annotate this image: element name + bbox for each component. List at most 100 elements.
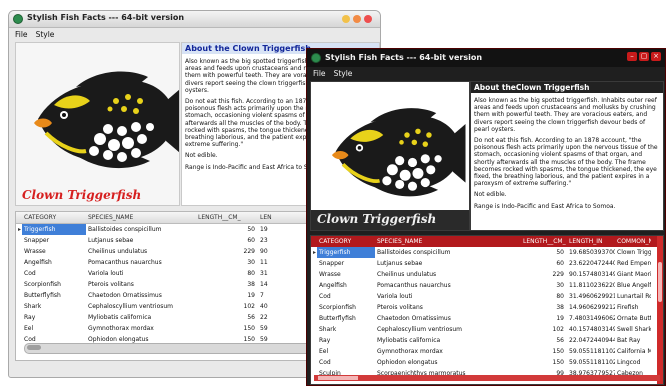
table-cell[interactable]: 19 xyxy=(258,224,288,235)
table-cell[interactable]: Variola louti xyxy=(86,268,196,279)
table-cell[interactable]: Eel xyxy=(22,323,86,334)
close-icon[interactable]: × xyxy=(651,52,661,61)
column-header[interactable]: LEN xyxy=(258,212,288,223)
table-row[interactable]: SnapperLutjanus sebae6023.6220472440945R… xyxy=(311,258,663,269)
table-cell[interactable]: 30 xyxy=(196,257,258,268)
minimize-icon[interactable] xyxy=(342,15,350,23)
table-cell[interactable]: Lutjanus sebae xyxy=(86,235,196,246)
table-row[interactable]: Shark Cephaloscyllium ventriosum 102 40.157… xyxy=(311,324,663,335)
front-titlebar[interactable]: Stylish Fish Facts --- 64-bit version – … xyxy=(307,49,665,67)
front-info-panel[interactable]: About theClown Triggerfish Also known as… xyxy=(470,81,664,231)
column-header[interactable]: LENGTH__CM_ xyxy=(196,212,258,223)
table-cell[interactable]: 14.9606299212598 xyxy=(567,302,615,313)
menu-style[interactable]: Style xyxy=(334,69,353,78)
table-cell[interactable]: Myliobatis californica xyxy=(86,312,196,323)
table-cell[interactable]: 59.0551181102362 xyxy=(567,357,615,368)
table-cell[interactable]: Shark xyxy=(317,324,375,335)
horizontal-scrollbar[interactable] xyxy=(314,375,660,381)
table-cell[interactable]: Wrasse xyxy=(22,246,86,257)
column-header[interactable]: SPECIES_NAME xyxy=(86,212,196,223)
front-fish-table[interactable]: CATEGORY SPECIES_NAME LENGTH__CM_ LENGTH… xyxy=(310,235,664,385)
table-cell[interactable]: 60 xyxy=(196,235,258,246)
table-cell[interactable]: 59.0551181102362 xyxy=(567,346,615,357)
scroll-thumb[interactable] xyxy=(318,376,358,380)
table-cell[interactable]: Snapper xyxy=(317,258,375,269)
column-header[interactable]: CATEGORY xyxy=(317,236,375,247)
table-cell[interactable]: Pomacanthus nauarchus xyxy=(375,280,521,291)
table-cell[interactable]: 19.6850393700787 xyxy=(567,247,615,258)
table-cell[interactable]: Variola louti xyxy=(375,291,521,302)
table-cell[interactable]: Wrasse xyxy=(317,269,375,280)
table-cell[interactable]: Angelfish xyxy=(317,280,375,291)
table-cell[interactable]: Ray xyxy=(22,312,86,323)
table-cell[interactable]: Firefish xyxy=(615,302,651,313)
table-cell[interactable]: 102 xyxy=(521,324,567,335)
table-cell[interactable]: Triggerfish xyxy=(22,224,86,235)
table-cell[interactable]: 229 xyxy=(521,269,567,280)
table-cell[interactable]: 22 xyxy=(258,312,288,323)
table-row[interactable]: CodOphiodon elongatus15059.0551181102362… xyxy=(311,357,663,368)
table-cell[interactable]: 50 xyxy=(196,224,258,235)
table-cell[interactable]: Red Emperc xyxy=(615,258,651,269)
table-row[interactable]: RayMyliobatis californica5622.0472440944… xyxy=(311,335,663,346)
table-cell[interactable]: 229 xyxy=(196,246,258,257)
table-row[interactable]: Wrasse Cheilinus undulatus 229 90.157480314… xyxy=(311,269,663,280)
table-cell[interactable]: Lutjanus sebae xyxy=(375,258,521,269)
table-cell[interactable]: 7.48031496062992 xyxy=(567,313,615,324)
table-cell[interactable]: 11.8110236220472 xyxy=(567,280,615,291)
table-cell[interactable]: Gymnothorax mordax xyxy=(86,323,196,334)
table-cell[interactable]: 7 xyxy=(258,290,288,301)
table-cell[interactable]: Eel xyxy=(317,346,375,357)
table-cell[interactable]: Butterflyfish xyxy=(22,290,86,301)
table-cell[interactable]: Bat Ray xyxy=(615,335,651,346)
table-cell[interactable]: Clown Trigg xyxy=(615,247,651,258)
table-cell[interactable]: 30 xyxy=(521,280,567,291)
table-cell[interactable]: Lingcod xyxy=(615,357,651,368)
table-cell[interactable]: Cheilinus undulatus xyxy=(86,246,196,257)
menu-file[interactable]: File xyxy=(313,69,326,78)
menu-file[interactable]: File xyxy=(15,30,28,39)
table-cell[interactable]: 80 xyxy=(196,268,258,279)
table-cell[interactable]: 14 xyxy=(258,279,288,290)
table-cell[interactable]: 40.1574803149606 xyxy=(567,324,615,335)
table-cell[interactable]: Lunartail Ro xyxy=(615,291,651,302)
table-cell[interactable]: Ray xyxy=(317,335,375,346)
table-cell[interactable]: Blue Angelfi xyxy=(615,280,651,291)
table-cell[interactable]: Gymnothorax mordax xyxy=(375,346,521,357)
table-cell[interactable]: 56 xyxy=(196,312,258,323)
table-cell[interactable]: 150 xyxy=(521,346,567,357)
table-cell[interactable]: 19 xyxy=(521,313,567,324)
table-cell[interactable]: 60 xyxy=(521,258,567,269)
table-cell[interactable]: Angelfish xyxy=(22,257,86,268)
vertical-scrollbar[interactable] xyxy=(657,236,663,384)
table-cell[interactable]: Cephaloscyllium ventriosum xyxy=(86,301,196,312)
table-cell[interactable]: Shark xyxy=(22,301,86,312)
table-cell[interactable]: 56 xyxy=(521,335,567,346)
table-cell[interactable]: Scorpionfish xyxy=(317,302,375,313)
minimize-icon[interactable]: – xyxy=(627,52,637,61)
table-cell[interactable]: Butterflyfish xyxy=(317,313,375,324)
table-cell[interactable]: 50 xyxy=(521,247,567,258)
menu-style[interactable]: Style xyxy=(36,30,55,39)
table-cell[interactable]: Myliobatis californica xyxy=(375,335,521,346)
table-row[interactable]: CodVariola louti8031.496062992126Lunarta… xyxy=(311,291,663,302)
table-cell[interactable]: 80 xyxy=(521,291,567,302)
column-header[interactable]: LENGTH__CM_ xyxy=(521,236,567,247)
table-cell[interactable]: Ophiodon elongatus xyxy=(375,357,521,368)
table-cell[interactable]: 19 xyxy=(196,290,258,301)
column-header[interactable]: SPECIES_NAME xyxy=(375,236,521,247)
table-cell[interactable]: Cephaloscyllium ventriosum xyxy=(375,324,521,335)
table-row[interactable]: Butterflyfish Chaetodon Ornatissimus 19 7.4… xyxy=(311,313,663,324)
table-cell[interactable]: 22.0472440944882 xyxy=(567,335,615,346)
scroll-thumb[interactable] xyxy=(658,262,662,302)
column-header[interactable]: COMMON_N xyxy=(615,236,651,247)
table-row[interactable]: EelGymnothorax mordax15059.0551181102362… xyxy=(311,346,663,357)
table-cell[interactable]: 31 xyxy=(258,268,288,279)
table-cell[interactable]: Cod xyxy=(317,357,375,368)
table-cell[interactable]: Pterois volitans xyxy=(375,302,521,313)
table-cell[interactable]: Chaetodon Ornatissimus xyxy=(375,313,521,324)
table-row[interactable]: Angelfish Pomacanthus nauarchus 30 11.81102… xyxy=(311,280,663,291)
table-cell[interactable]: Cod xyxy=(317,291,375,302)
table-cell[interactable]: Cod xyxy=(22,268,86,279)
scroll-thumb[interactable] xyxy=(27,345,41,350)
